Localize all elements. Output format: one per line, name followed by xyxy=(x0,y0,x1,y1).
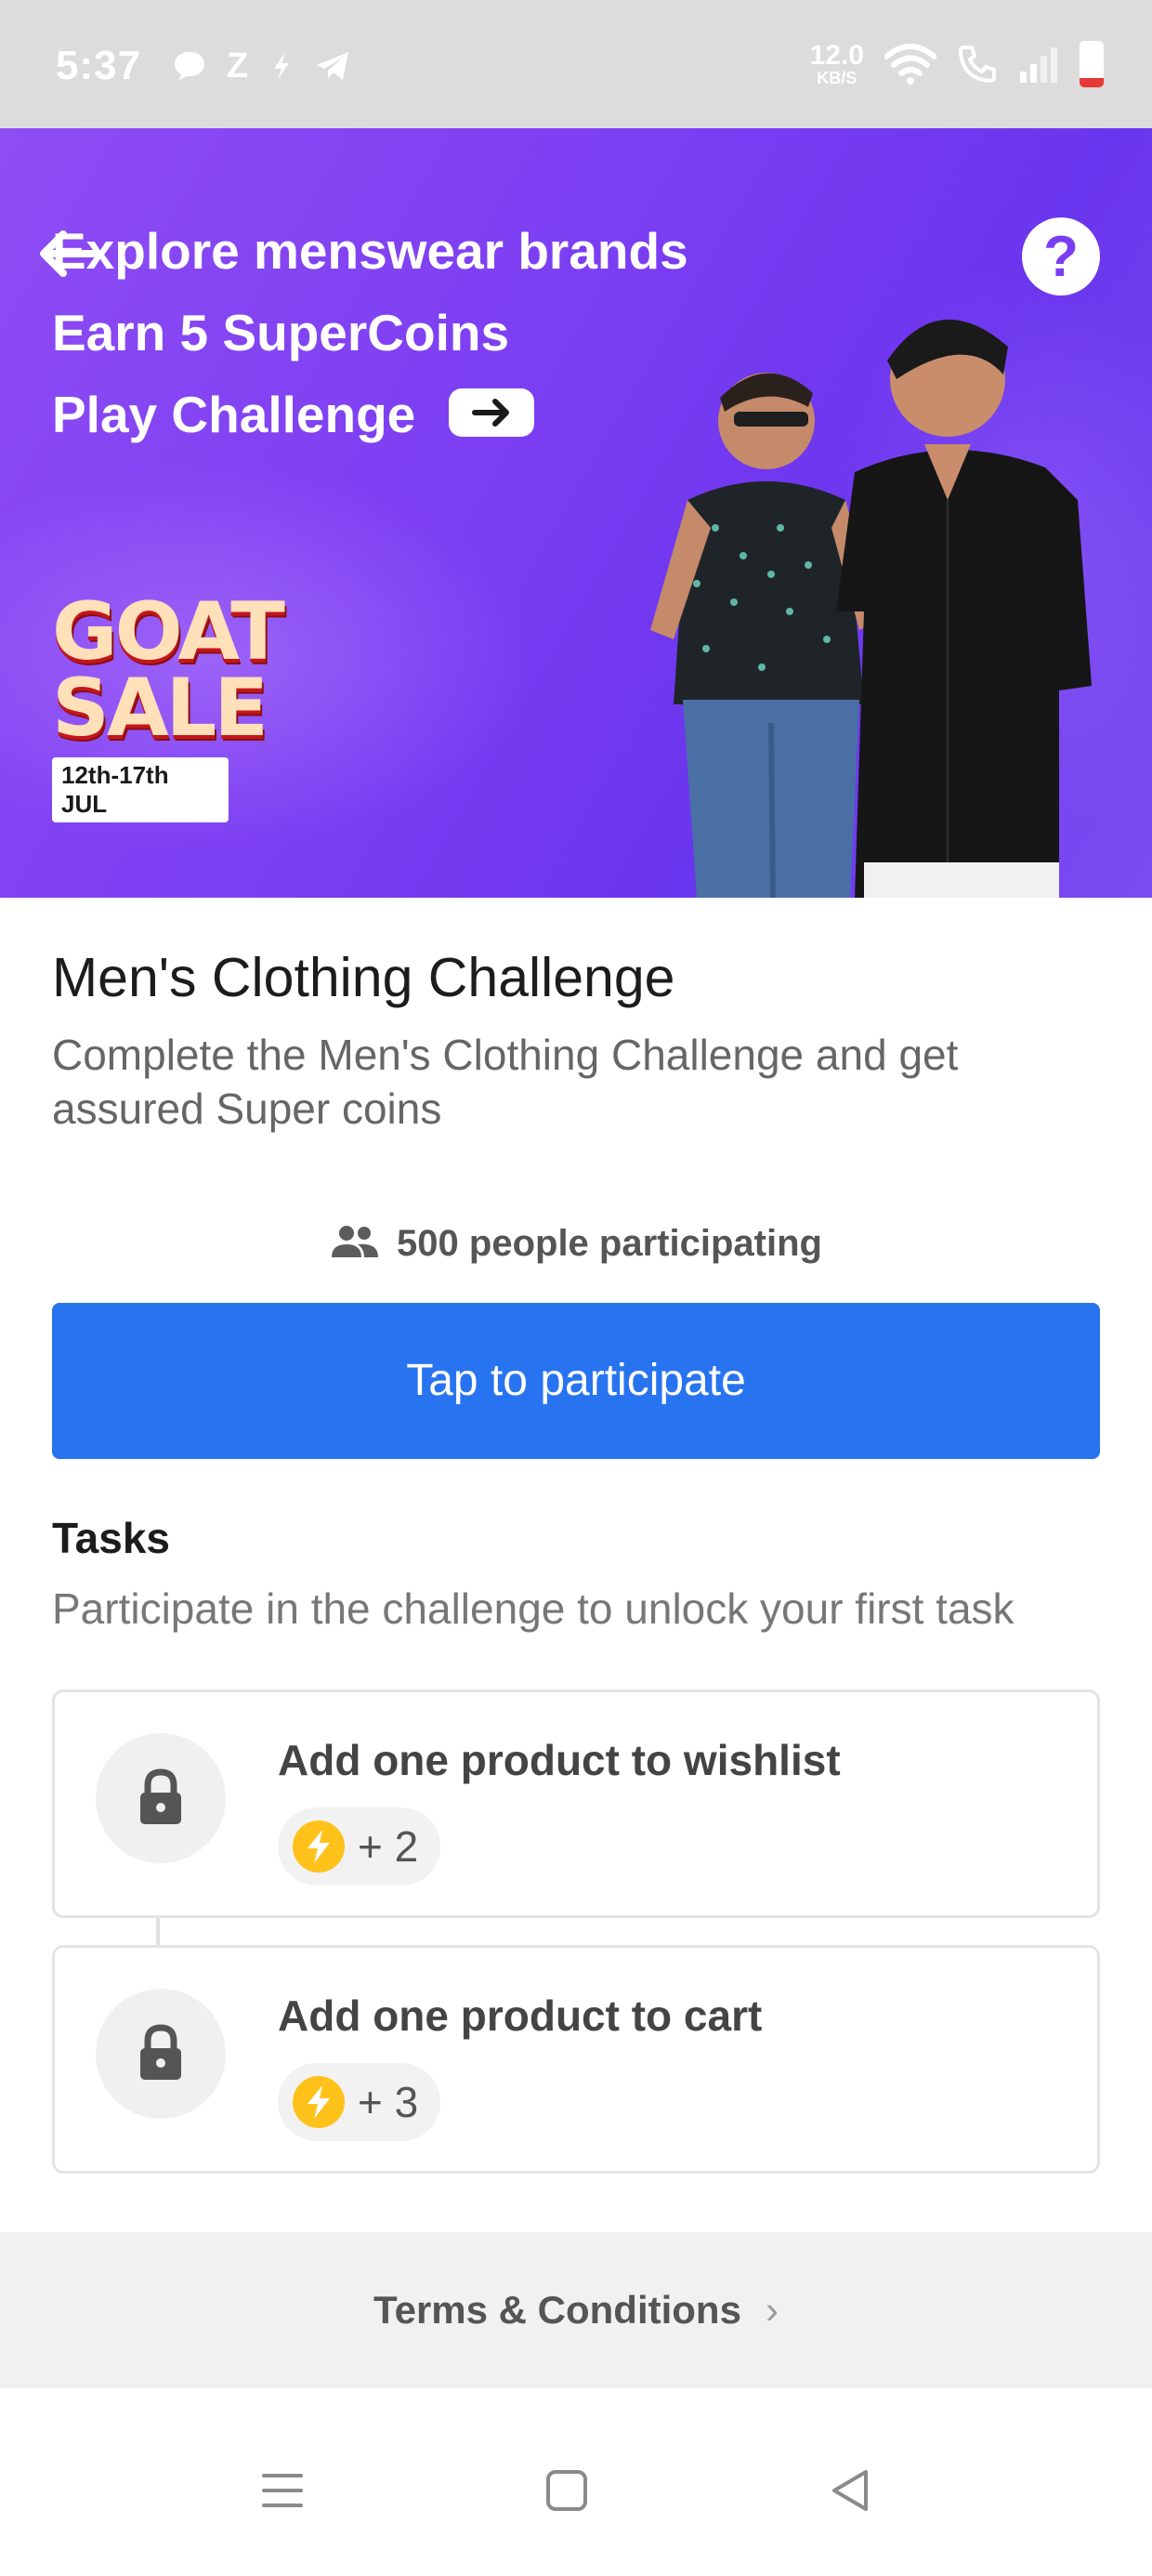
arrow-left-icon xyxy=(40,230,97,277)
chevron-right-icon: › xyxy=(765,2288,779,2332)
supercoin-icon xyxy=(293,1820,345,1873)
lock-badge xyxy=(96,1989,226,2119)
supercoin-icon xyxy=(293,2076,345,2128)
terms-conditions-link[interactable]: Terms & Conditions › xyxy=(0,2232,1152,2388)
sale-dates: 12th-17th JUL xyxy=(52,757,229,823)
battery-icon xyxy=(1080,41,1104,87)
home-button[interactable] xyxy=(539,2463,595,2518)
chat-bubble-icon xyxy=(175,52,204,80)
reward-badge: + 2 xyxy=(278,1807,441,1886)
people-icon xyxy=(332,1226,379,1258)
lock-icon xyxy=(140,1768,181,1824)
reward-value: + 3 xyxy=(358,2078,419,2126)
task-label: Add one product to cart xyxy=(278,1991,763,2040)
challenge-title: Men's Clothing Challenge xyxy=(52,947,675,1008)
task-label: Add one product to wishlist xyxy=(278,1736,841,1784)
participants-count: 500 people participating xyxy=(0,1223,1152,1265)
reward-value: + 2 xyxy=(358,1822,419,1871)
back-triangle-icon xyxy=(832,2470,868,2511)
challenge-banner: Explore menswear brands Earn 5 SuperCoin… xyxy=(0,128,1152,898)
wifi-icon xyxy=(884,44,936,85)
net-speed-value: 12.0 xyxy=(809,40,864,71)
status-time: 5:37 xyxy=(56,43,142,88)
net-speed-unit: KB/S xyxy=(817,69,857,87)
arrow-right-icon xyxy=(448,388,534,438)
net-speed: 12.0 KB/S xyxy=(809,40,864,87)
participants-text: 500 people participating xyxy=(397,1223,822,1264)
lock-badge xyxy=(96,1733,226,1863)
sale-word-2: SALE xyxy=(52,661,268,755)
z-app-icon: Z xyxy=(227,46,249,85)
task-card-cart[interactable]: Add one product to cart + 3 xyxy=(52,1945,1100,2174)
wifi-calling-icon xyxy=(958,46,996,84)
banner-cta-line[interactable]: Play Challenge xyxy=(52,385,534,444)
recent-apps-button[interactable] xyxy=(255,2463,310,2518)
lock-icon xyxy=(140,2024,181,2080)
sale-word-1: GOAT xyxy=(52,585,285,678)
challenge-description: Complete the Men's Clothing Challenge an… xyxy=(52,1031,959,1133)
participate-button[interactable]: Tap to participate xyxy=(52,1303,1100,1459)
banner-cta-label: Play Challenge xyxy=(52,386,416,443)
system-nav-bar xyxy=(0,2388,1152,2576)
status-bar: 5:37 Z 12.0 KB/S xyxy=(0,0,1152,128)
menu-icon xyxy=(262,2474,303,2507)
telegram-icon xyxy=(317,52,349,80)
tasks-subheading: Participate in the challenge to unlock y… xyxy=(52,1584,1015,1633)
task-connector xyxy=(156,1918,160,1946)
flash-icon xyxy=(274,52,290,80)
status-icons-right: 12.0 KB/S xyxy=(810,41,1104,87)
goat-sale-logo: GOAT SALE 12th-17th JUL xyxy=(52,585,285,823)
menswear-models-image xyxy=(650,319,1092,898)
back-button[interactable] xyxy=(35,221,100,286)
banner-reward-line: Earn 5 SuperCoins xyxy=(52,304,510,361)
task-card-wishlist[interactable]: Add one product to wishlist + 2 xyxy=(52,1689,1100,1918)
reward-badge: + 3 xyxy=(278,2063,441,2141)
signal-icon xyxy=(1020,47,1057,83)
status-icons-left: Z xyxy=(173,48,352,84)
tasks-heading: Tasks xyxy=(52,1514,171,1562)
system-back-button[interactable] xyxy=(823,2463,879,2518)
home-square-icon xyxy=(546,2470,587,2511)
terms-label: Terms & Conditions xyxy=(373,2288,741,2332)
